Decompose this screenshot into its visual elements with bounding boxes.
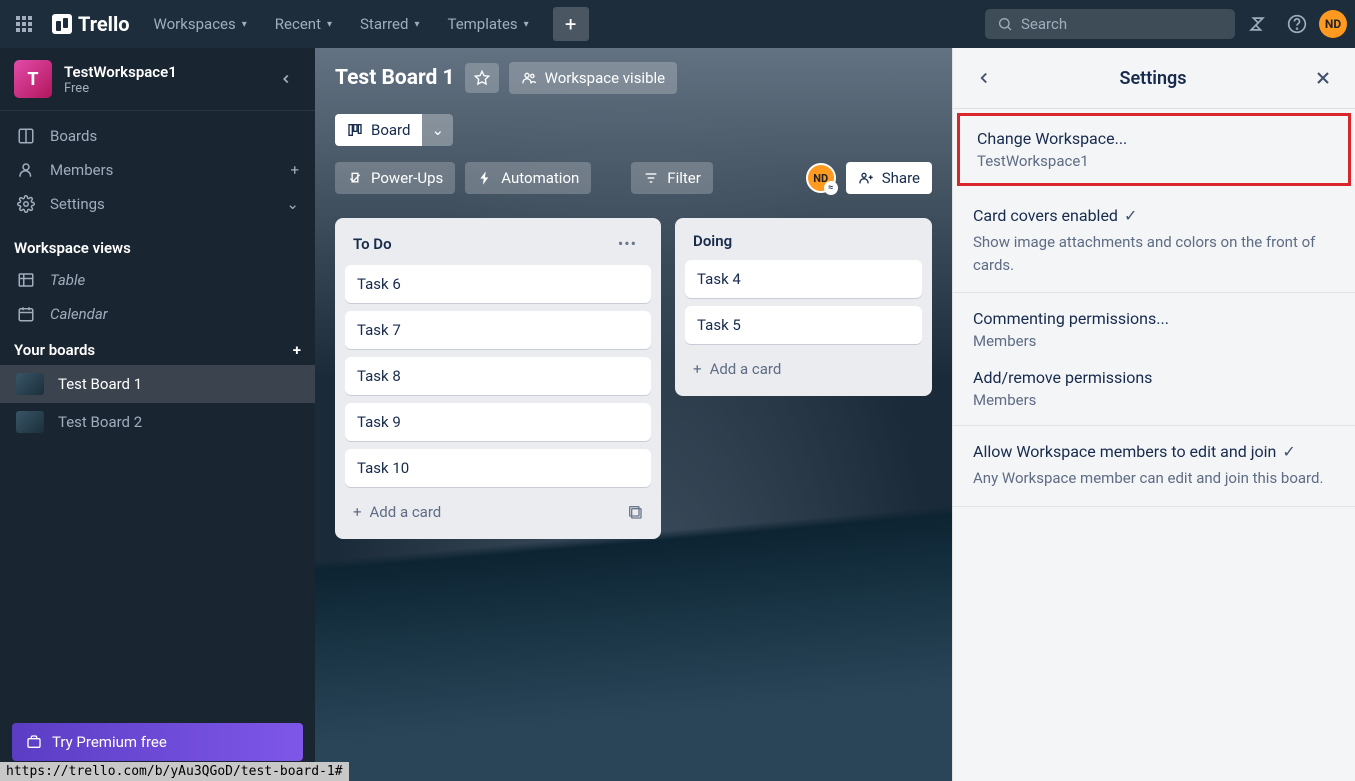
nav-workspaces[interactable]: Workspaces ▾ [142, 9, 259, 39]
sidebar-item-calendar[interactable]: Calendar [0, 297, 315, 331]
chevron-down-icon: ▾ [414, 19, 419, 30]
back-button[interactable] [971, 65, 997, 91]
permissions-section: Commenting permissions... Members Add/re… [953, 293, 1355, 426]
top-navigation: Trello Workspaces ▾ Recent ▾ Starred ▾ T… [0, 0, 1355, 48]
allow-edit-row[interactable]: Allow Workspace members to edit and join… [953, 426, 1355, 507]
add-card-button[interactable]: + Add a card [345, 495, 651, 529]
chevron-down-icon: ▾ [327, 19, 332, 30]
list-doing: Doing Task 4 Task 5 + Add a card [675, 218, 932, 396]
add-card-button[interactable]: + Add a card [685, 352, 922, 386]
workspace-plan: Free [64, 81, 259, 96]
status-bar: https://trello.com/b/yAu3QGoD/test-board… [0, 762, 349, 781]
add-board-button[interactable]: + [293, 341, 301, 359]
check-icon: ✓ [1282, 442, 1295, 461]
list-title[interactable]: Doing [693, 232, 914, 250]
settings-panel: Settings Change Workspace... TestWorkspa… [952, 48, 1355, 781]
board-thumbnail [16, 373, 44, 395]
board-area: Test Board 1 Workspace visible Board ⌄ [315, 48, 952, 781]
board-member-avatar[interactable]: ND [806, 163, 836, 193]
try-premium-button[interactable]: Try Premium free [12, 723, 303, 761]
search-icon [997, 16, 1013, 32]
view-dropdown-button[interactable]: ⌄ [422, 114, 453, 146]
bolt-icon [477, 170, 493, 186]
chevron-down-icon: ⌄ [286, 195, 299, 213]
sidebar-item-settings[interactable]: Settings ⌄ [0, 187, 315, 221]
share-button[interactable]: Share [846, 162, 932, 194]
apps-icon[interactable] [8, 8, 40, 40]
view-board-button[interactable]: Board [335, 114, 422, 146]
commenting-permissions-row[interactable]: Commenting permissions... Members [973, 309, 1335, 350]
close-button[interactable] [1309, 64, 1337, 92]
card[interactable]: Task 10 [345, 449, 651, 487]
sidebar-item-members[interactable]: Members + [0, 153, 315, 187]
card[interactable]: Task 4 [685, 260, 922, 298]
card[interactable]: Task 5 [685, 306, 922, 344]
trello-icon [52, 14, 72, 34]
your-boards-heading: Your boards + [0, 331, 315, 365]
star-icon [474, 70, 490, 86]
workspace-views-heading: Workspace views [0, 229, 315, 263]
lists-container: To Do ••• Task 6 Task 7 Task 8 Task 9 Ta… [315, 208, 952, 549]
check-icon: ✓ [1124, 206, 1137, 225]
search-input[interactable] [1021, 15, 1223, 33]
sidebar: T TestWorkspace1 Free Boards Members + [0, 48, 315, 781]
star-board-button[interactable] [465, 63, 499, 93]
chevron-down-icon: ⌄ [431, 121, 444, 139]
card[interactable]: Task 7 [345, 311, 651, 349]
list-title[interactable]: To Do [353, 235, 612, 253]
collapse-sidebar-button[interactable] [271, 68, 301, 90]
change-workspace-row[interactable]: Change Workspace... TestWorkspace1 [957, 113, 1351, 186]
automation-button[interactable]: Automation [465, 162, 591, 194]
filter-icon [643, 170, 659, 186]
nav-templates[interactable]: Templates ▾ [435, 9, 540, 39]
list-menu-button[interactable]: ••• [612, 232, 643, 255]
notifications-icon[interactable] [1239, 6, 1275, 42]
board-header: Test Board 1 Workspace visible Board ⌄ [315, 48, 952, 208]
chevron-down-icon: ▾ [242, 19, 247, 30]
card-covers-row[interactable]: Card covers enabled ✓ Show image attachm… [953, 190, 1355, 293]
filter-button[interactable]: Filter [631, 162, 713, 194]
add-member-button[interactable]: + [290, 161, 299, 179]
search-box[interactable] [985, 9, 1235, 39]
visibility-button[interactable]: Workspace visible [509, 62, 678, 94]
nav-starred[interactable]: Starred ▾ [348, 9, 431, 39]
members-icon [16, 161, 36, 179]
briefcase-icon [26, 734, 42, 750]
card[interactable]: Task 6 [345, 265, 651, 303]
settings-header: Settings [953, 48, 1355, 109]
share-icon [858, 170, 874, 186]
rocket-icon [347, 170, 363, 186]
card[interactable]: Task 8 [345, 357, 651, 395]
sidebar-item-table[interactable]: Table [0, 263, 315, 297]
settings-title: Settings [997, 68, 1309, 89]
powerups-button[interactable]: Power-Ups [335, 162, 455, 194]
people-icon [521, 70, 537, 86]
table-icon [16, 271, 36, 289]
logo-text: Trello [78, 12, 130, 36]
calendar-icon [16, 305, 36, 323]
sidebar-board-test-board-2[interactable]: Test Board 2 [0, 403, 315, 441]
workspace-header: T TestWorkspace1 Free [0, 48, 315, 111]
trello-logo[interactable]: Trello [44, 12, 138, 36]
list-to-do: To Do ••• Task 6 Task 7 Task 8 Task 9 Ta… [335, 218, 661, 539]
sidebar-item-boards[interactable]: Boards [0, 119, 315, 153]
sidebar-board-test-board-1[interactable]: Test Board 1 [0, 365, 315, 403]
plus-icon: + [353, 503, 362, 521]
workspace-name: TestWorkspace1 [64, 63, 259, 81]
chevron-down-icon: ▾ [524, 19, 529, 30]
help-icon[interactable] [1279, 6, 1315, 42]
account-avatar[interactable]: ND [1319, 10, 1347, 38]
template-icon[interactable] [627, 504, 643, 520]
create-button[interactable]: + [553, 7, 589, 41]
board-thumbnail [16, 411, 44, 433]
card[interactable]: Task 9 [345, 403, 651, 441]
addremove-permissions-row[interactable]: Add/remove permissions Members [973, 368, 1335, 409]
board-view-icon [347, 122, 363, 138]
gear-icon [16, 195, 36, 213]
plus-icon: + [693, 360, 702, 378]
boards-icon [16, 127, 36, 145]
workspace-badge: T [14, 60, 52, 98]
board-title[interactable]: Test Board 1 [335, 66, 455, 90]
nav-recent[interactable]: Recent ▾ [263, 9, 344, 39]
